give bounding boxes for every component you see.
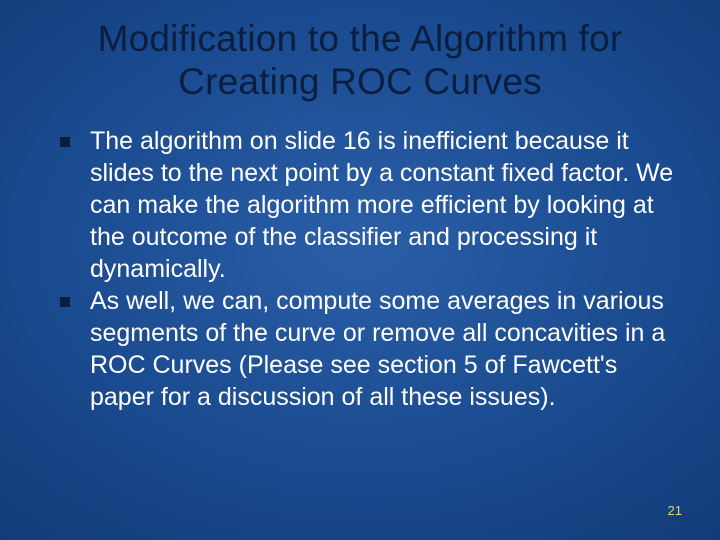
bullet-text: As well, we can, compute some averages i… [90,285,680,413]
bullet-text: The algorithm on slide 16 is inefficient… [90,125,680,285]
slide-body: The algorithm on slide 16 is inefficient… [30,125,690,413]
slide: Modification to the Algorithm for Creati… [0,0,720,540]
list-item: As well, we can, compute some averages i… [60,285,680,413]
bullet-icon [60,297,70,307]
bullet-icon [60,137,70,147]
page-number: 21 [668,503,682,518]
slide-title: Modification to the Algorithm for Creati… [30,18,690,103]
list-item: The algorithm on slide 16 is inefficient… [60,125,680,285]
